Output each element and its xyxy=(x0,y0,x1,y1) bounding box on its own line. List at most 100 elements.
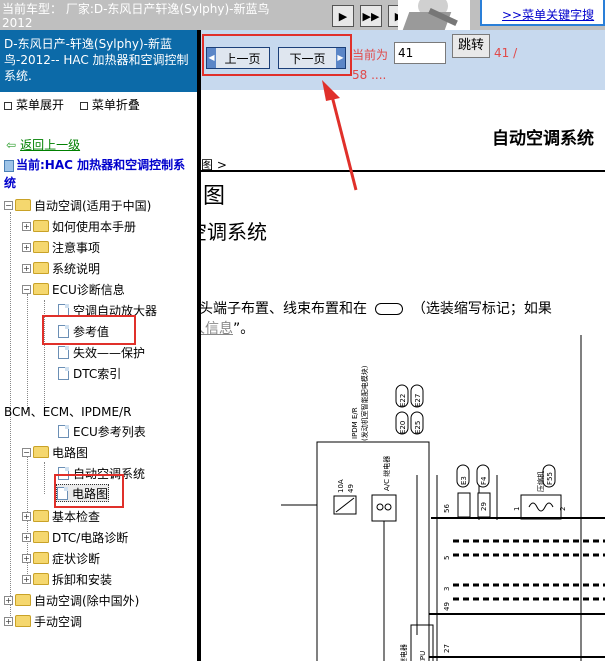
current-page-label: 当前为 xyxy=(352,48,389,62)
tree-item-fail-safe[interactable]: 失效——保护 xyxy=(58,343,145,361)
expand-menu-button[interactable]: 菜单展开 xyxy=(4,98,70,112)
divider-line xyxy=(201,170,605,172)
folder-icon xyxy=(33,552,49,564)
folder-icon xyxy=(33,241,49,253)
expand-toggle-icon[interactable]: + xyxy=(22,553,31,563)
section-heading: 图 xyxy=(203,184,226,209)
nav-button-2[interactable]: ▶▶ xyxy=(360,5,382,27)
svg-text:F55: F55 xyxy=(546,472,554,485)
highlight-wiring-diagram xyxy=(54,474,124,508)
expand-icon xyxy=(4,101,12,110)
play-icon: ▶ xyxy=(338,9,348,23)
wiring-diagram: IPDM E/R (发动机室智能配电模块) E22 E27 E20 E25 E3… xyxy=(281,335,605,661)
fuse-label: 10A xyxy=(337,479,345,493)
svg-text:2: 2 xyxy=(559,507,567,511)
mascot-logo xyxy=(398,0,470,30)
highlight-page-buttons xyxy=(202,34,352,76)
svg-text:3: 3 xyxy=(443,587,451,591)
svg-text:5: 5 xyxy=(443,556,451,560)
ipdm-label: IPDM E/R xyxy=(351,407,359,439)
expand-toggle-icon[interactable]: + xyxy=(22,221,31,231)
document-icon xyxy=(58,424,69,438)
expand-toggle-icon[interactable]: + xyxy=(22,263,31,273)
menu-controls: 菜单展开 菜单折叠 xyxy=(4,96,152,113)
expand-toggle-icon[interactable]: + xyxy=(22,574,31,584)
page-icon xyxy=(4,159,14,172)
folder-icon xyxy=(15,594,31,606)
svg-text:E22: E22 xyxy=(399,394,407,407)
doc-title: D-东风日产-轩逸(Sylphy)-新蓝鸟-2012-- HAC 加热器和空调控… xyxy=(0,30,197,92)
svg-text:E27: E27 xyxy=(414,394,422,407)
expand-toggle-icon[interactable]: + xyxy=(4,595,13,605)
hexagon-icon xyxy=(375,303,404,315)
expand-toggle-icon[interactable]: + xyxy=(22,242,31,252)
page-counter: 41 / xyxy=(494,46,518,60)
tree-folder-basic-inspection[interactable]: + 基本检查 xyxy=(22,507,100,525)
collapse-toggle-icon[interactable]: − xyxy=(22,284,31,294)
folder-open-icon xyxy=(15,199,31,211)
back-arrow-icon: ⇦ xyxy=(6,138,17,152)
svg-text:F4: F4 xyxy=(480,476,488,485)
svg-text:49: 49 xyxy=(443,602,451,611)
folder-icon xyxy=(33,510,49,522)
expand-toggle-icon[interactable]: + xyxy=(22,511,31,521)
svg-text:56: 56 xyxy=(443,504,451,513)
svg-text:1: 1 xyxy=(513,507,521,511)
collapse-icon xyxy=(79,101,88,110)
left-panel: D-东风日产-轩逸(Sylphy)-新蓝鸟-2012-- HAC 加热器和空调控… xyxy=(0,30,197,661)
folder-open-icon xyxy=(33,283,49,295)
folder-icon xyxy=(33,220,49,232)
tree-folder-dtc-circuit[interactable]: + DTC/电路诊断 xyxy=(22,528,128,546)
collapse-menu-button[interactable]: 菜单折叠 xyxy=(79,98,146,112)
tree-item-bcm-ecm[interactable]: BCM、ECM、IPDME/R xyxy=(4,402,131,420)
compressor-label: 压缩机 xyxy=(536,471,545,492)
content-area: 自动空调系统 图 > 图 空调系统 头端子布置、线束布置和在 （选装缩写标记；如… xyxy=(201,90,605,661)
tree-folder-manual-usage[interactable]: + 如何使用本手册 xyxy=(22,217,136,235)
tree-folder-symptom-diagnosis[interactable]: + 症状诊断 xyxy=(22,549,100,567)
expand-toggle-icon[interactable]: + xyxy=(22,532,31,542)
tree-folder-auto-ac-china[interactable]: − 自动空调(适用于中国) xyxy=(4,196,151,214)
tree-folder-auto-ac-non-china[interactable]: + 自动空调(除中国外) xyxy=(4,591,139,609)
jump-button[interactable]: 跳转 xyxy=(452,34,490,58)
tree-folder-manual-ac[interactable]: + 手动空调 xyxy=(4,612,82,630)
relay-box xyxy=(371,494,397,522)
document-icon xyxy=(58,345,69,359)
svg-text:E3: E3 xyxy=(460,476,468,485)
vehicle-info: 当前车型： 厂家:D-东风日产轩逸(Sylphy)-新蓝鸟 2012 xyxy=(2,2,292,30)
folder-icon xyxy=(33,531,49,543)
nav-button-1[interactable]: ▶ xyxy=(332,5,354,27)
tree-item-ecu-reference-list[interactable]: ECU参考列表 xyxy=(58,422,146,440)
relay-label: A/C 继电器 xyxy=(382,456,391,491)
highlight-reference-value xyxy=(42,315,136,345)
expand-toggle-icon[interactable]: + xyxy=(4,616,13,626)
fast-forward-icon: ▶▶ xyxy=(362,9,380,23)
collapse-toggle-icon[interactable]: − xyxy=(4,200,13,210)
ipdm-box xyxy=(316,441,430,661)
sub-heading: 空调系统 xyxy=(201,220,267,244)
folder-icon xyxy=(33,573,49,585)
folder-open-icon xyxy=(33,446,49,458)
tree-folder-system-description[interactable]: + 系统说明 xyxy=(22,259,100,277)
page-title: 自动空调系统 xyxy=(492,129,594,149)
fuse-number: 49 xyxy=(347,484,355,493)
vehicle-line-1: 当前车型： 厂家:D-东风日产轩逸(Sylphy)-新蓝鸟 xyxy=(2,2,270,16)
folder-icon xyxy=(33,262,49,274)
page-counter-total: 58 .... xyxy=(352,68,387,82)
page-number-input[interactable] xyxy=(394,42,446,64)
current-section: 当前:HAC 加热器和空调控制系统 xyxy=(4,158,186,190)
collapse-toggle-icon[interactable]: − xyxy=(22,447,31,457)
tree-folder-precautions[interactable]: + 注意事项 xyxy=(22,238,100,256)
svg-text:E20: E20 xyxy=(399,421,407,434)
tree-folder-wiring-diagram[interactable]: − 电路图 xyxy=(22,443,88,461)
back-link[interactable]: ⇦ 返回上一级 xyxy=(6,136,80,153)
pin-box-56 xyxy=(457,492,471,518)
vehicle-line-2: 2012 xyxy=(2,16,33,30)
tree-folder-ecu-diagnosis[interactable]: − ECU诊断信息 xyxy=(22,280,125,298)
note-line-1: 头端子布置、线束布置和在 （选装缩写标记；如果 xyxy=(201,301,552,317)
keyword-search-link[interactable]: >>菜单关键字搜 xyxy=(502,6,594,23)
svg-text:29: 29 xyxy=(480,502,488,511)
tree-folder-removal-installation[interactable]: + 拆卸和安装 xyxy=(22,570,112,588)
tree-item-dtc-index[interactable]: DTC索引 xyxy=(58,364,121,382)
document-icon xyxy=(58,366,69,380)
folder-icon xyxy=(15,615,31,627)
